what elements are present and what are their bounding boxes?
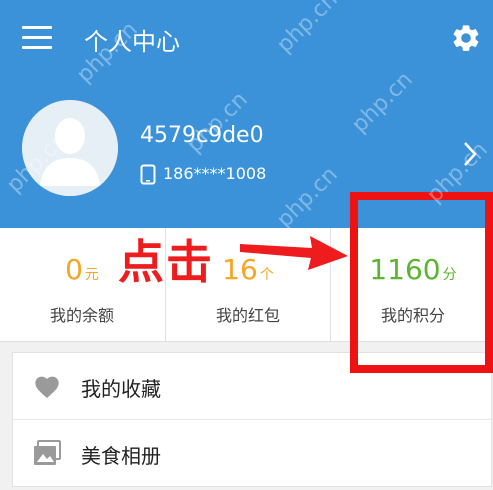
red-packets-label: 我的红包 (215, 306, 280, 325)
favorites-label: 我的收藏 (81, 377, 161, 401)
list-item-food-album[interactable]: 美食相册 (13, 420, 491, 486)
balance-label: 我的余额 (49, 306, 114, 325)
heart-icon (35, 376, 59, 399)
phone-number: 186****1008 (163, 164, 267, 183)
highlight-box (350, 192, 493, 373)
gear-icon[interactable] (450, 22, 482, 54)
click-annotation: 点击 (118, 235, 214, 289)
balance-amount: 0 (65, 253, 83, 286)
phone-icon (140, 164, 156, 185)
gallery-icon (34, 440, 61, 465)
avatar[interactable] (22, 100, 118, 196)
menu-icon[interactable] (22, 26, 52, 50)
annotation-arrow-icon (240, 236, 348, 270)
balance-unit: 元 (84, 267, 99, 283)
username: 4579c9de0 (140, 123, 264, 148)
default-user-icon (22, 100, 118, 196)
food-album-label: 美食相册 (81, 444, 161, 468)
chevron-right-icon[interactable] (461, 140, 479, 168)
page-title: 个人中心 (84, 28, 180, 56)
